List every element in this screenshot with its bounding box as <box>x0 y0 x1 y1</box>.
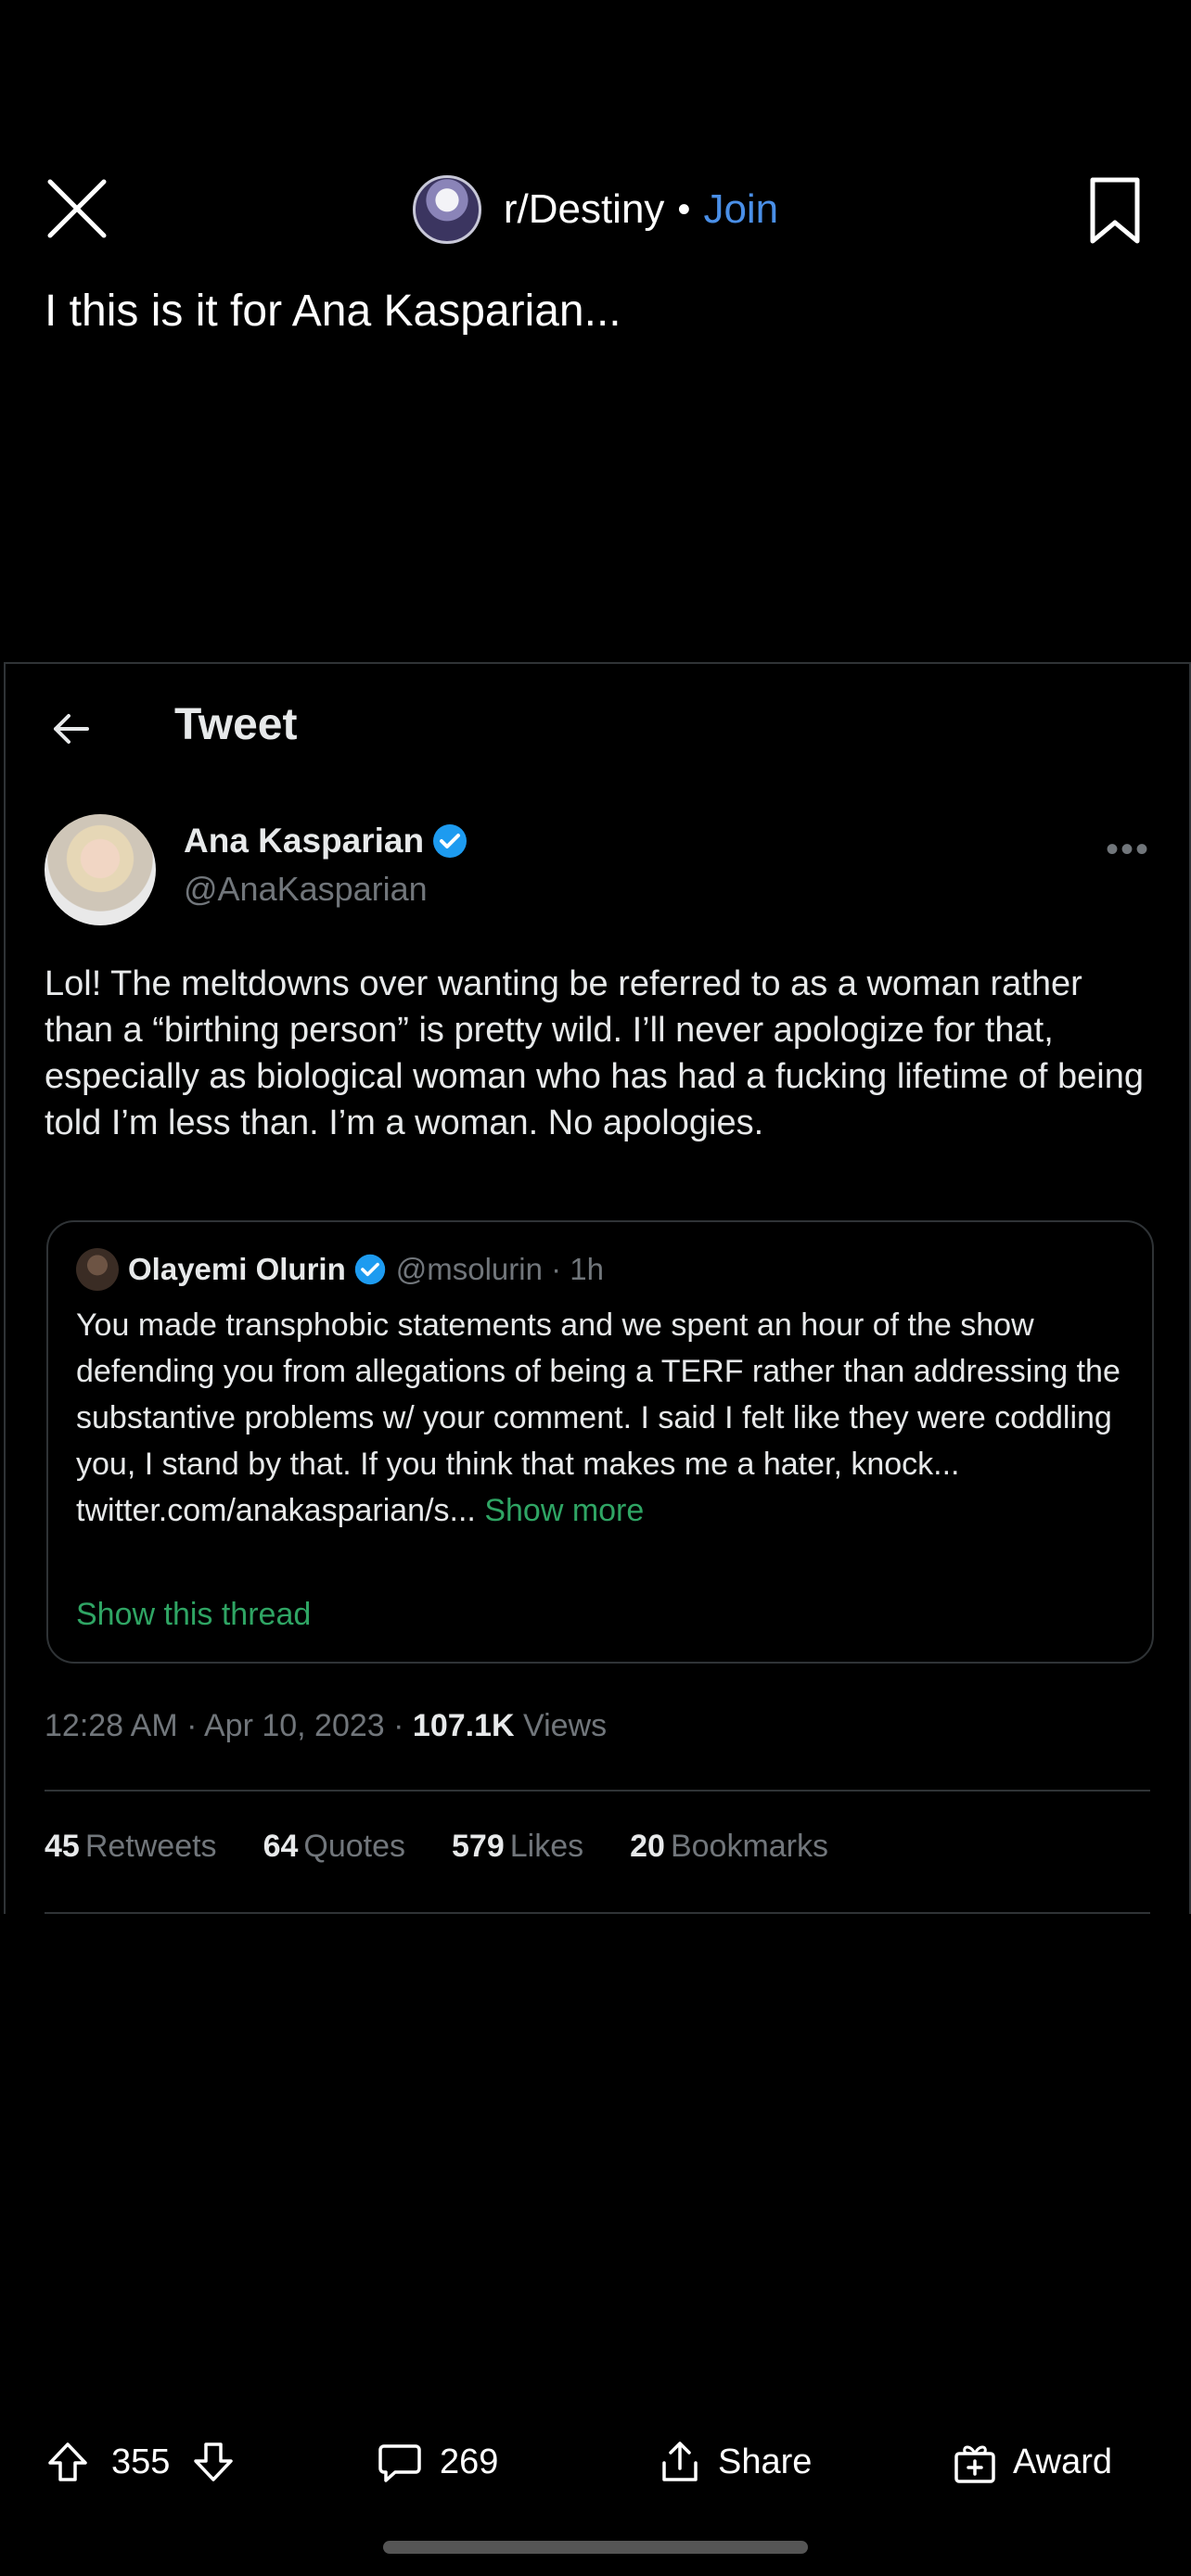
views-label: Views <box>514 1708 608 1743</box>
vote-control: 355 <box>45 2429 237 2494</box>
vote-count: 355 <box>111 2442 171 2481</box>
divider <box>45 1912 1150 1914</box>
join-button[interactable]: Join <box>703 186 778 233</box>
gift-icon <box>954 2445 995 2483</box>
comment-count: 269 <box>440 2442 499 2481</box>
tweet-stats: 45 Retweets 64 Quotes 579 Likes 20 Bookmarks <box>45 1829 828 1865</box>
divider <box>45 1790 1150 1792</box>
home-indicator[interactable] <box>383 2541 808 2554</box>
subreddit-name[interactable]: r/Destiny <box>504 186 665 233</box>
retweets-stat: 45 Retweets <box>45 1829 217 1864</box>
post-title: I this is it for Ana Kasparian... <box>45 287 621 336</box>
author-avatar <box>45 814 156 925</box>
author-handle: @AnaKasparian <box>184 870 428 908</box>
subreddit-avatar[interactable] <box>412 175 481 244</box>
share-label: Share <box>718 2442 813 2481</box>
quotes-stat: 64 Quotes <box>263 1829 406 1864</box>
quote-text-block: You made transphobic statements and we s… <box>76 1302 1124 1534</box>
quote-author-name: Olayemi Olurin <box>128 1252 346 1286</box>
quote-handle-time: @msolurin · 1h <box>395 1252 604 1286</box>
share-icon <box>662 2442 698 2481</box>
quoted-tweet: Olayemi Olurin @msolurin · 1h You made t… <box>46 1220 1154 1664</box>
views-count: 107.1K <box>412 1708 515 1743</box>
downvote-icon[interactable] <box>190 2439 237 2485</box>
separator-dot: • <box>677 188 691 230</box>
author-name: Ana Kasparian <box>184 822 425 860</box>
quote-show-more: Show more <box>484 1493 645 1528</box>
likes-stat: 579 Likes <box>452 1829 584 1864</box>
bookmark-icon <box>1090 177 1140 244</box>
award-button[interactable]: Award <box>952 2429 1112 2494</box>
author-name-row: Ana Kasparian <box>184 822 468 861</box>
share-button[interactable]: Share <box>657 2429 812 2494</box>
quote-header: Olayemi Olurin @msolurin · 1h <box>76 1248 604 1291</box>
more-options-icon: ••• <box>1105 829 1150 870</box>
tweet-timestamp: 12:28 AM · Apr 10, 2023 · <box>45 1708 413 1743</box>
tweet-header-title: Tweet <box>174 700 298 749</box>
quote-avatar <box>76 1248 119 1291</box>
post-viewer: r/Destiny • Join I this is it for Ana Ka… <box>0 0 1191 2576</box>
bookmarks-stat: 20 Bookmarks <box>630 1829 829 1864</box>
comments-button[interactable]: 269 <box>377 2429 498 2494</box>
save-button[interactable] <box>1087 176 1143 247</box>
subreddit-header: r/Destiny • Join <box>0 171 1191 249</box>
back-arrow-icon <box>54 714 89 744</box>
post-image[interactable]: Tweet Ana Kasparian @AnaKasparian ••• Lo… <box>4 662 1191 1914</box>
award-label: Award <box>1013 2442 1113 2481</box>
comment-icon <box>378 2444 421 2482</box>
tweet-meta: 12:28 AM · Apr 10, 2023 · 107.1K Views <box>45 1708 607 1744</box>
verified-badge-icon <box>354 1254 385 1285</box>
show-thread-link: Show this thread <box>76 1597 312 1632</box>
tweet-text: Lol! The meltdowns over wanting be refer… <box>45 964 1145 1142</box>
post-action-bar: 355 269 Share Award <box>0 2429 1191 2494</box>
verified-badge-icon <box>433 824 467 858</box>
upvote-icon[interactable] <box>45 2439 91 2485</box>
